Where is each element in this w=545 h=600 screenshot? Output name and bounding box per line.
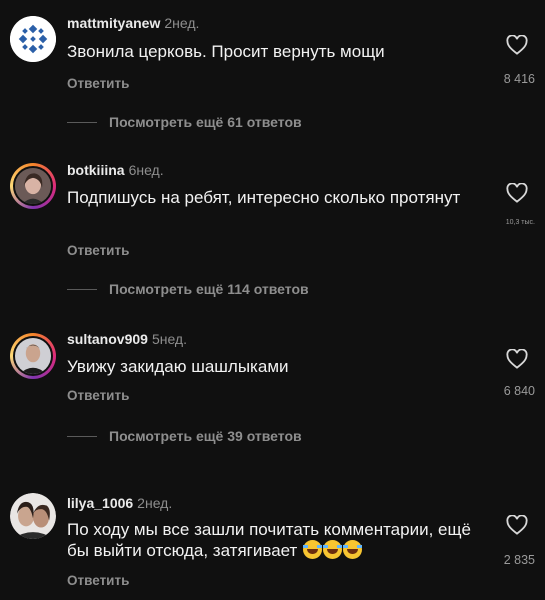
like-count: 2 835 xyxy=(503,553,535,567)
face-with-tears-of-joy-icon xyxy=(323,540,343,559)
comment-meta: botkiiina 6нед. xyxy=(67,162,164,178)
like-count: 6 840 xyxy=(503,384,535,398)
avatar[interactable] xyxy=(10,16,56,62)
reply-button[interactable]: Ответить xyxy=(67,573,129,588)
view-replies-label: Посмотреть ещё 39 ответов xyxy=(109,428,302,444)
username[interactable]: lilya_1006 xyxy=(67,495,133,511)
comment-text: Звонила церковь. Просит вернуть мощи xyxy=(67,42,385,61)
comment-text-content: По ходу мы все зашли почитать комментари… xyxy=(67,520,471,560)
logo-icon xyxy=(10,16,56,62)
avatar-photo xyxy=(13,336,53,376)
comment-text: Подпишусь на ребят, интересно сколько пр… xyxy=(67,188,461,207)
username[interactable]: sultanov909 xyxy=(67,331,148,347)
comment-text: По ходу мы все зашли почитать комментари… xyxy=(67,520,487,561)
comment-text: Увижу закидаю шашлыками xyxy=(67,357,289,376)
heart-icon[interactable] xyxy=(506,183,528,203)
username[interactable]: mattmityanew xyxy=(67,15,160,31)
avatar[interactable] xyxy=(10,333,56,379)
comment-age: 2нед. xyxy=(164,15,200,31)
reply-button[interactable]: Ответить xyxy=(67,388,129,403)
user-photo-icon xyxy=(15,168,51,204)
view-replies-link[interactable]: Посмотреть ещё 39 ответов xyxy=(67,428,302,444)
heart-icon[interactable] xyxy=(506,349,528,369)
face-with-tears-of-joy-icon xyxy=(303,540,323,559)
user-photo-icon xyxy=(10,493,56,539)
divider xyxy=(67,435,97,437)
like-count: 8 416 xyxy=(503,72,535,86)
comment-age: 5нед. xyxy=(151,331,187,347)
user-photo-icon xyxy=(15,338,51,374)
comment-meta: mattmityanew 2нед. xyxy=(67,15,199,31)
avatar-photo xyxy=(10,493,56,539)
comment-age: 2нед. xyxy=(137,495,173,511)
view-replies-label: Посмотреть ещё 114 ответов xyxy=(109,281,309,297)
heart-icon[interactable] xyxy=(506,515,528,535)
comment-age: 6нед. xyxy=(128,162,164,178)
comment-meta: sultanov909 5нед. xyxy=(67,331,187,347)
reply-button[interactable]: Ответить xyxy=(67,76,129,91)
view-replies-link[interactable]: Посмотреть ещё 114 ответов xyxy=(67,281,309,297)
like-count: 10,3 тыс. xyxy=(505,219,535,226)
username[interactable]: botkiiina xyxy=(67,162,125,178)
divider xyxy=(67,121,97,123)
divider xyxy=(67,288,97,290)
reply-button[interactable]: Ответить xyxy=(67,243,129,258)
comment-meta: lilya_1006 2нед. xyxy=(67,495,172,511)
avatar-photo xyxy=(13,166,53,206)
view-replies-link[interactable]: Посмотреть ещё 61 ответов xyxy=(67,114,302,130)
view-replies-label: Посмотреть ещё 61 ответов xyxy=(109,114,302,130)
avatar[interactable] xyxy=(10,493,56,539)
avatar[interactable] xyxy=(10,163,56,209)
face-with-tears-of-joy-icon xyxy=(343,540,363,559)
heart-icon[interactable] xyxy=(506,35,528,55)
